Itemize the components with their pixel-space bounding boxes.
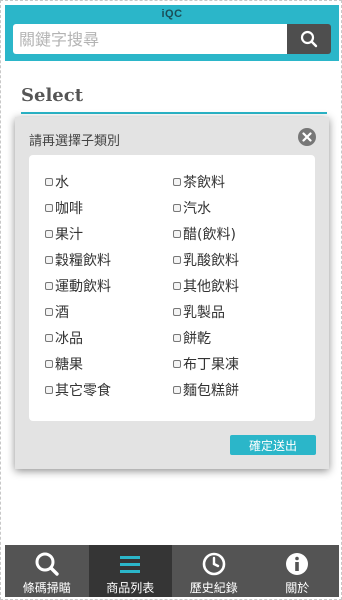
- checkbox-icon: [173, 230, 181, 238]
- option-label: 水: [55, 175, 69, 191]
- tab-history[interactable]: 歷史紀錄: [172, 545, 256, 597]
- checkbox-icon: [45, 256, 53, 264]
- search-input[interactable]: [13, 24, 287, 54]
- option-label: 其它零食: [55, 383, 111, 399]
- page-title: Select: [21, 85, 84, 106]
- option-label: 乳酸飲料: [183, 253, 239, 269]
- checkbox-icon: [45, 334, 53, 342]
- option-label: 酒: [55, 305, 69, 321]
- option-checkbox[interactable]: 麵包糕餅: [173, 380, 239, 400]
- checkbox-icon: [45, 282, 53, 290]
- checkbox-icon: [173, 178, 181, 186]
- option-label: 茶飲料: [183, 175, 225, 191]
- title-divider: [21, 112, 327, 114]
- checkbox-icon: [173, 308, 181, 316]
- checkbox-icon: [45, 360, 53, 368]
- option-checkbox[interactable]: 茶飲料: [173, 172, 225, 192]
- screenshot-frame: iQC Select 請再選擇子類別 水: [0, 0, 342, 600]
- option-checkbox[interactable]: 酒: [45, 302, 69, 322]
- checkbox-icon: [45, 386, 53, 394]
- tab-barcode-scan[interactable]: 條碼掃瞄: [5, 545, 89, 597]
- option-checkbox[interactable]: 冰品: [45, 328, 83, 348]
- option-label: 運動飲料: [55, 279, 111, 295]
- option-checkbox[interactable]: 布丁果凍: [173, 354, 239, 374]
- app-screen: iQC Select 請再選擇子類別 水: [5, 5, 339, 597]
- tab-label: 商品列表: [106, 581, 155, 595]
- bottom-tab-bar: 條碼掃瞄 商品列表 歷史紀錄 關於: [5, 545, 339, 597]
- option-checkbox[interactable]: 糖果: [45, 354, 83, 374]
- option-checkbox[interactable]: 果汁: [45, 224, 83, 244]
- option-label: 布丁果凍: [183, 357, 239, 373]
- subcategory-modal: 請再選擇子類別 水 咖啡 果汁 穀糧飲料 運動飲料 酒 冰品 糖果 其它零食 茶…: [15, 117, 329, 469]
- option-label: 咖啡: [55, 201, 83, 217]
- option-checkbox[interactable]: 運動飲料: [45, 276, 111, 296]
- close-icon: [302, 132, 312, 142]
- checkbox-icon: [45, 308, 53, 316]
- search-icon: [35, 552, 59, 576]
- checkbox-icon: [173, 282, 181, 290]
- tab-label: 歷史紀錄: [189, 581, 238, 595]
- list-icon: [120, 556, 141, 573]
- option-checkbox[interactable]: 咖啡: [45, 198, 83, 218]
- info-icon: [286, 553, 309, 575]
- app-title: iQC: [161, 8, 183, 20]
- option-checkbox[interactable]: 汽水: [173, 198, 211, 218]
- tab-product-list[interactable]: 商品列表: [88, 545, 172, 597]
- option-label: 果汁: [55, 227, 83, 243]
- tab-label: 關於: [285, 581, 310, 595]
- tab-about[interactable]: 關於: [256, 545, 340, 597]
- tab-label: 條碼掃瞄: [22, 581, 71, 595]
- checkbox-icon: [45, 178, 53, 186]
- checkbox-icon: [45, 230, 53, 238]
- option-checkbox[interactable]: 其他飲料: [173, 276, 239, 296]
- options-list: 水 咖啡 果汁 穀糧飲料 運動飲料 酒 冰品 糖果 其它零食 茶飲料 汽水 醋(…: [29, 155, 315, 421]
- option-label: 乳製品: [183, 305, 225, 321]
- option-checkbox[interactable]: 其它零食: [45, 380, 111, 400]
- header-bar: iQC: [5, 5, 339, 61]
- confirm-button[interactable]: 確定送出: [230, 435, 316, 455]
- option-label: 糖果: [55, 357, 83, 373]
- checkbox-icon: [45, 204, 53, 212]
- checkbox-icon: [173, 256, 181, 264]
- option-checkbox[interactable]: 餅乾: [173, 328, 211, 348]
- checkbox-icon: [173, 386, 181, 394]
- option-checkbox[interactable]: 醋(飲料): [173, 224, 236, 244]
- option-label: 穀糧飲料: [55, 253, 111, 269]
- option-label: 醋(飲料): [183, 227, 236, 243]
- checkbox-icon: [173, 204, 181, 212]
- option-checkbox[interactable]: 水: [45, 172, 69, 192]
- close-button[interactable]: [298, 128, 316, 146]
- clock-icon: [202, 552, 226, 576]
- option-checkbox[interactable]: 乳酸飲料: [173, 250, 239, 270]
- option-label: 其他飲料: [183, 279, 239, 295]
- option-label: 麵包糕餅: [183, 383, 239, 399]
- option-label: 汽水: [183, 201, 211, 217]
- search-button[interactable]: [287, 24, 331, 54]
- option-label: 冰品: [55, 331, 83, 347]
- search-icon: [300, 30, 318, 48]
- option-checkbox[interactable]: 穀糧飲料: [45, 250, 111, 270]
- option-label: 餅乾: [183, 331, 211, 347]
- modal-title: 請再選擇子類別: [29, 134, 121, 149]
- checkbox-icon: [173, 360, 181, 368]
- checkbox-icon: [173, 334, 181, 342]
- option-checkbox[interactable]: 乳製品: [173, 302, 225, 322]
